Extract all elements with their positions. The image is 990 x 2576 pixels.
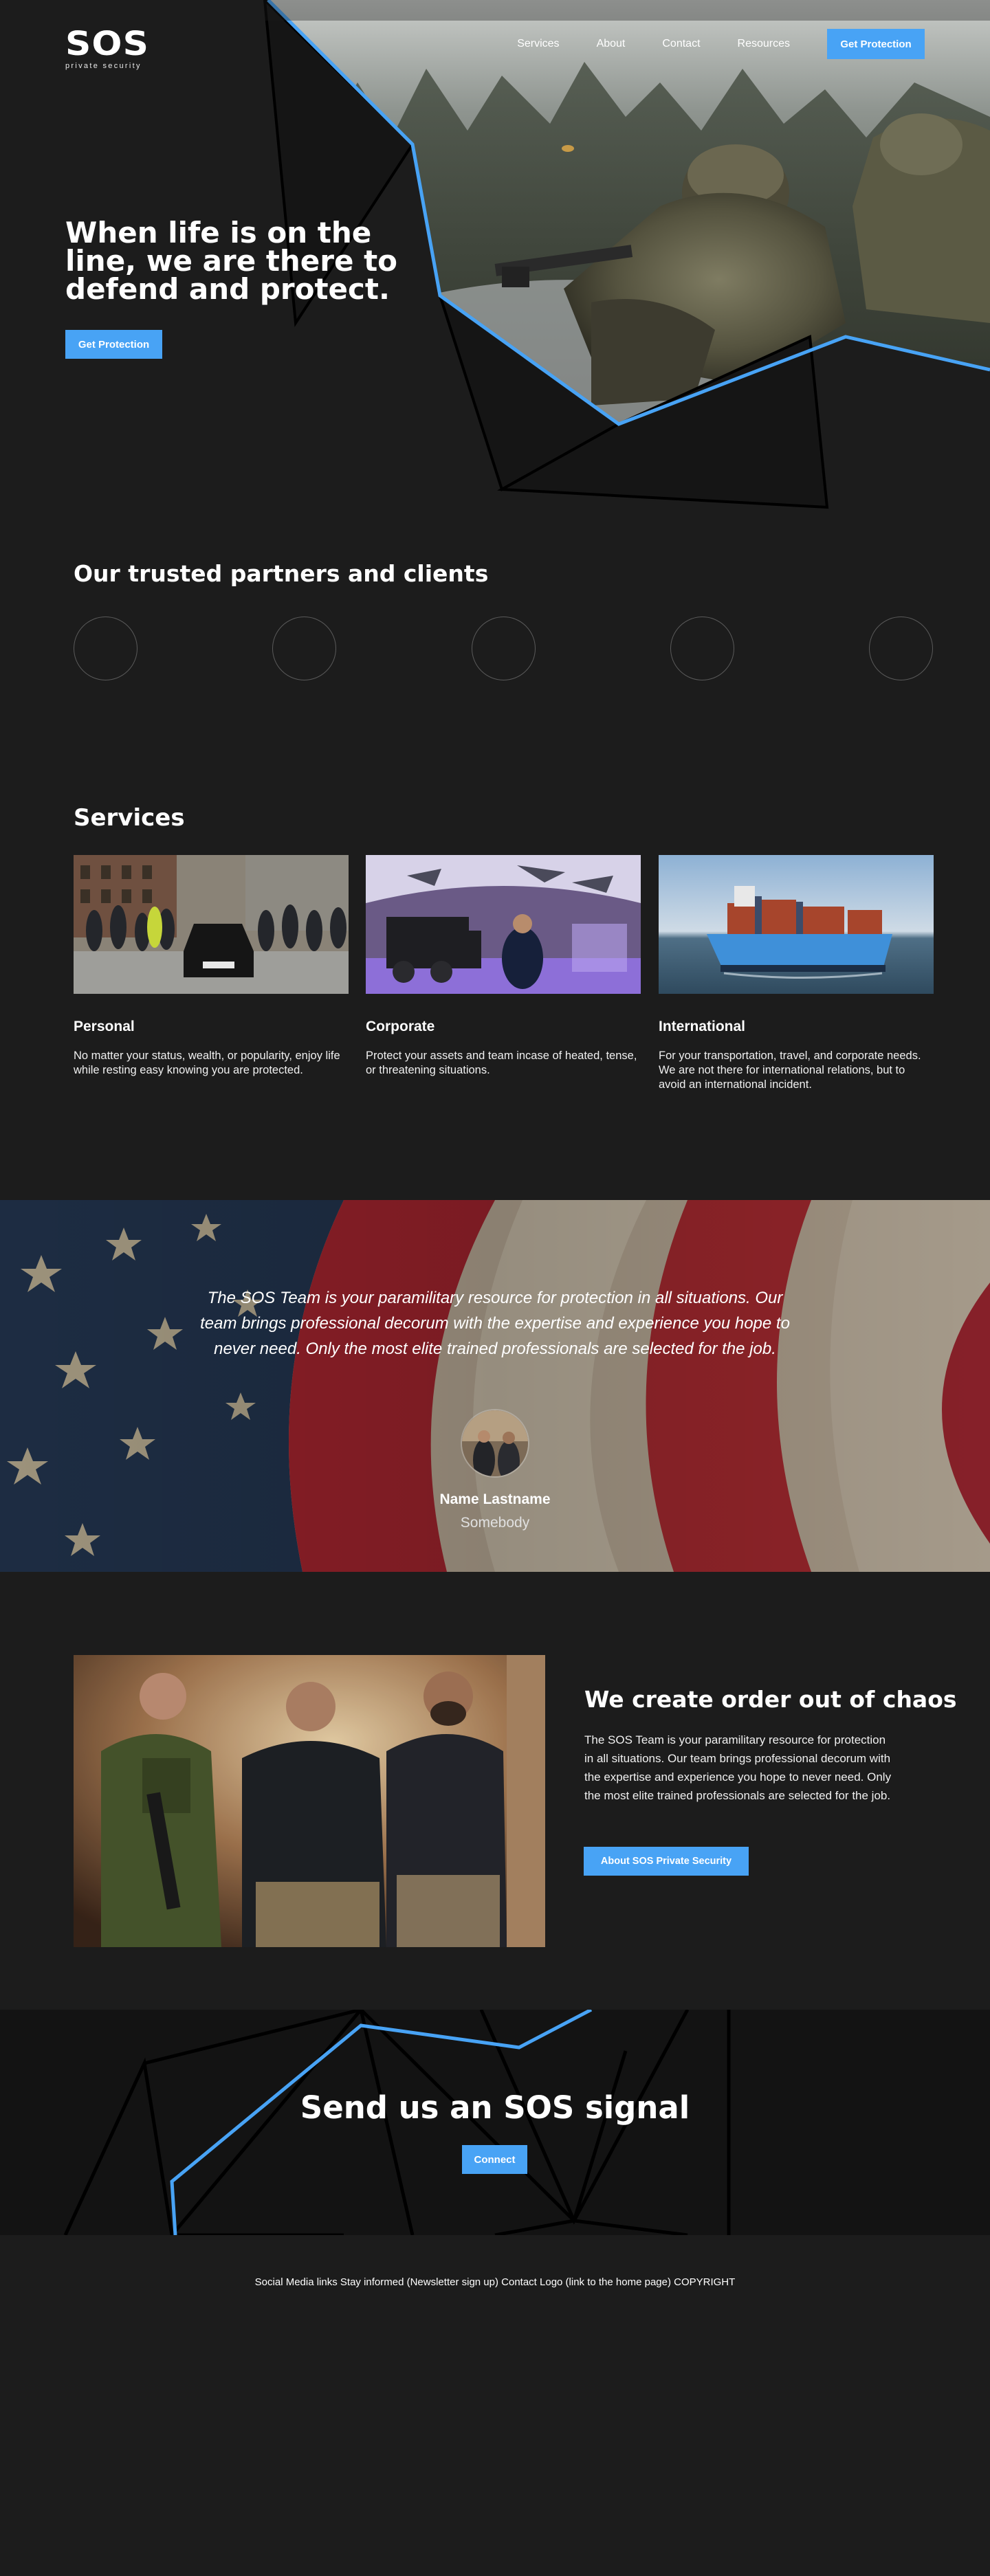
hero-get-protection-button[interactable]: Get Protection: [65, 330, 162, 359]
signal-title: Send us an SOS signal: [300, 2089, 690, 2126]
partner-logo[interactable]: [670, 617, 734, 680]
testimonial-avatar: [461, 1409, 529, 1478]
nav-link-contact[interactable]: Contact: [662, 38, 700, 50]
connect-button[interactable]: Connect: [462, 2145, 527, 2174]
service-description: For your transportation, travel, and cor…: [659, 1050, 921, 1091]
partner-logo[interactable]: [869, 617, 933, 680]
testimonial-role: Somebody: [460, 1515, 530, 1531]
about-body: The SOS Team is your paramilitary resour…: [584, 1733, 892, 1802]
about-title: We create order out of chaos: [584, 1686, 957, 1713]
service-description: Protect your assets and team incase of h…: [366, 1050, 637, 1076]
partners-title: Our trusted partners and clients: [74, 560, 489, 587]
logo[interactable]: SOS private security: [65, 27, 151, 70]
service-name: Personal: [74, 1019, 135, 1034]
nav-link-resources[interactable]: Resources: [738, 38, 790, 50]
testimonial-name: Name Lastname: [439, 1491, 551, 1507]
partner-logo[interactable]: [74, 617, 138, 680]
hero-section: SOS private security Services About Cont…: [0, 0, 990, 522]
service-name: Corporate: [366, 1019, 435, 1034]
service-image-personal: [74, 855, 349, 994]
partner-logo[interactable]: [472, 617, 536, 680]
nav-get-protection-button[interactable]: Get Protection: [827, 29, 925, 59]
service-image-international: [659, 855, 934, 994]
hero-title: When life is on the line, we are there t…: [65, 216, 398, 306]
nav-link-about[interactable]: About: [597, 38, 626, 50]
service-card-personal[interactable]: Personal No matter your status, wealth, …: [74, 855, 349, 1078]
service-description: No matter your status, wealth, or popula…: [74, 1050, 340, 1076]
logo-mark: SOS: [65, 25, 149, 63]
nav-link-services[interactable]: Services: [517, 38, 559, 50]
about-sos-button[interactable]: About SOS Private Security: [584, 1847, 749, 1876]
footer-text: Social Media links Stay informed (Newsle…: [254, 2276, 736, 2288]
testimonial-quote: The SOS Team is your paramilitary resour…: [200, 1289, 790, 1358]
service-card-international[interactable]: International For your transportation, t…: [659, 855, 934, 1092]
main-nav: Services About Contact Resources Get Pro…: [517, 29, 925, 59]
partner-logo[interactable]: [272, 617, 336, 680]
service-name: International: [659, 1019, 746, 1034]
services-title: Services: [74, 804, 185, 832]
service-image-corporate: [366, 855, 641, 994]
service-card-corporate[interactable]: Corporate Protect your assets and team i…: [366, 855, 641, 1078]
about-team-image: [74, 1655, 545, 1947]
